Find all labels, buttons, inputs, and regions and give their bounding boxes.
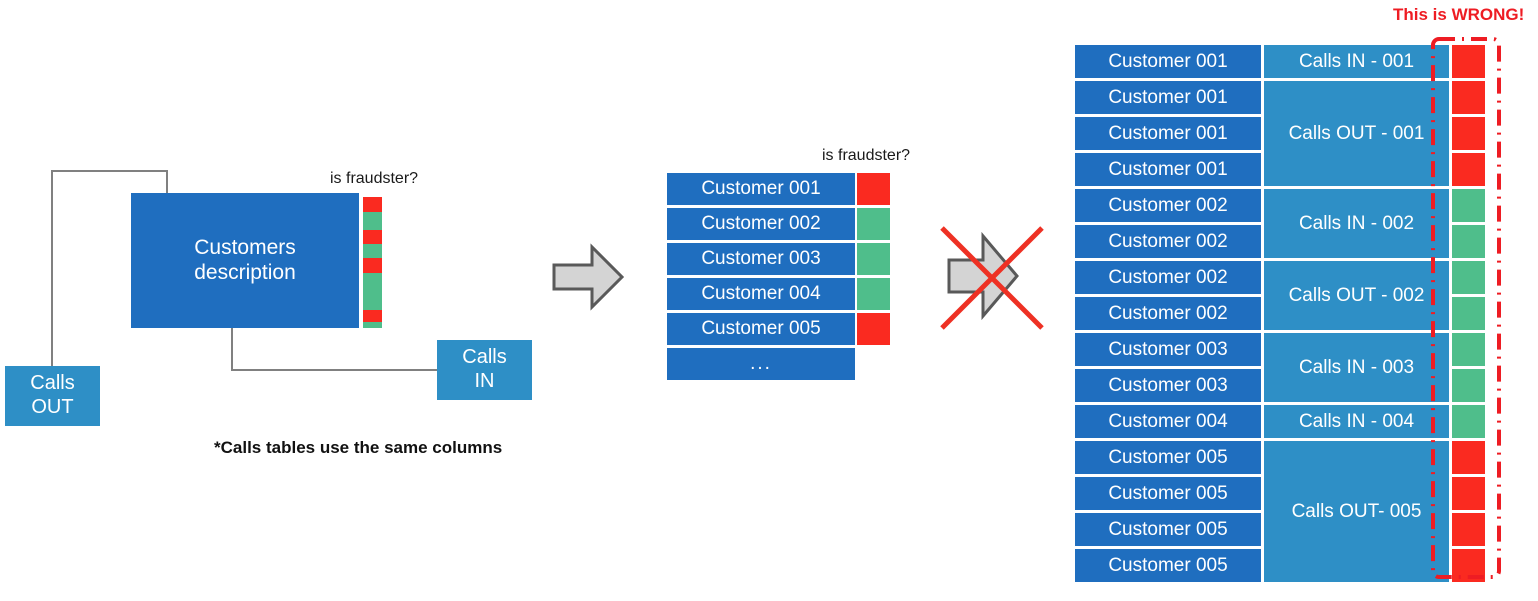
fraud-strip-segment [363,310,382,322]
fraud-flag-cell [1452,441,1485,474]
table-row[interactable]: Customer 003 [667,243,890,275]
fraud-flag-cell [1452,549,1485,582]
calls-group-cell[interactable]: Calls OUT - 001 [1264,81,1449,186]
connector-customers-bottom-vertical [231,327,233,371]
calls-group-cell[interactable]: Calls IN - 003 [1264,333,1449,402]
fraud-flag-cell [857,313,890,345]
fraud-flag-cell [1452,81,1485,114]
customer-name-cell[interactable]: Customer 001 [1075,45,1261,78]
customer-name-cell[interactable]: Customer 001 [1075,153,1261,186]
customer-name-cell[interactable]: Customer 003 [1075,333,1261,366]
entity-calls-out-label: Calls OUT [30,372,75,418]
fraud-flag-cell [1452,225,1485,258]
fraud-flag-cell [1452,45,1485,78]
fraud-strip-segment [363,258,382,273]
fraud-flag-cell [857,348,890,380]
fraud-strip-segment [363,212,382,230]
fraud-strip-segment [363,322,382,328]
connector-customers-to-callsout-horizontal [51,170,168,172]
connector-callsout-vertical [51,170,53,366]
customer-name-cell[interactable]: Customer 002 [1075,189,1261,222]
table-row[interactable]: Customer 002 [667,208,890,240]
table-row[interactable]: Customer 005 [667,313,890,345]
fraud-flag-cell [1452,513,1485,546]
calls-group-cell[interactable]: Calls OUT - 002 [1264,261,1449,330]
fraud-flag-cell [1452,189,1485,222]
customer-name-cell[interactable]: Customer 001 [1075,117,1261,150]
customer-name-cell: Customer 005 [667,313,855,345]
customer-name-cell[interactable]: Customer 005 [1075,477,1261,510]
fraud-flag-cell [1452,117,1485,150]
customer-name-cell: Customer 001 [667,173,855,205]
joined-table-customer-column: Customer 001 Customer 001 Customer 001 Cust… [1075,45,1261,585]
calls-group-cell[interactable]: Calls OUT- 005 [1264,441,1449,582]
customer-name-cell[interactable]: Customer 002 [1075,297,1261,330]
fraud-strip-segment [363,273,382,310]
joined-table-calls-column: Calls IN - 001 Calls OUT - 001 Calls IN - … [1264,45,1449,585]
customer-name-cell: Customer 002 [667,208,855,240]
table-row[interactable]: Customer 001 [667,173,890,205]
fraud-strip-left [363,197,382,328]
calls-group-cell[interactable]: Calls IN - 004 [1264,405,1449,438]
customer-name-cell: Customer 003 [667,243,855,275]
fraud-strip-segment [363,244,382,258]
footnote-text: *Calls tables use the same columns [214,438,503,457]
diagram-canvas: Customers description Calls OUT Calls IN… [0,0,1538,601]
customer-name-cell: Customer 004 [667,278,855,310]
customer-name-cell[interactable]: Customer 005 [1075,513,1261,546]
fraud-flag-cell [857,243,890,275]
right-arrow-icon [552,243,624,311]
customer-name-cell[interactable]: Customer 005 [1075,549,1261,582]
joined-calls-table: Customer 001 Customer 001 Customer 001 Cust… [1075,45,1485,585]
entity-customers-description[interactable]: Customers description [131,193,359,328]
joined-table-fraud-column [1452,45,1485,585]
fraud-strip-segment [363,197,382,212]
fraud-flag-cell [857,208,890,240]
table-row[interactable]: Customer 004 [667,278,890,310]
connector-customers-top-vertical [166,170,168,194]
fraud-strip-segment [363,230,382,244]
table-row[interactable]: ... [667,348,890,380]
entity-calls-in-label: Calls IN [462,346,507,392]
connector-customers-to-callsin-horizontal [231,369,438,371]
fraud-label-middle: is fraudster? [822,147,911,164]
customer-name-cell[interactable]: Customer 003 [1075,369,1261,402]
fraud-flag-cell [857,278,890,310]
fraud-flag-cell [857,173,890,205]
fraud-flag-cell [1452,153,1485,186]
customer-name-cell[interactable]: Customer 005 [1075,441,1261,474]
customer-name-cell[interactable]: Customer 004 [1075,405,1261,438]
fraud-flag-cell [1452,369,1485,402]
fraud-flag-cell [1452,477,1485,510]
fraud-label-left: is fraudster? [330,170,419,187]
customer-name-cell: ... [667,348,855,380]
customer-name-cell[interactable]: Customer 002 [1075,225,1261,258]
entity-calls-out[interactable]: Calls OUT [5,366,100,426]
customers-table: Customer 001 Customer 002 Customer 003 Cust… [667,173,890,383]
cross-out-x-icon [938,224,1046,332]
entity-customers-label: Customers description [194,235,296,284]
wrong-warning-label: This is WRONG! [1393,5,1525,24]
calls-group-cell[interactable]: Calls IN - 001 [1264,45,1449,78]
fraud-flag-cell [1452,405,1485,438]
customer-name-cell[interactable]: Customer 001 [1075,81,1261,114]
fraud-flag-cell [1452,297,1485,330]
customer-name-cell[interactable]: Customer 002 [1075,261,1261,294]
entity-calls-in[interactable]: Calls IN [437,340,532,400]
fraud-flag-cell [1452,333,1485,366]
calls-group-cell[interactable]: Calls IN - 002 [1264,189,1449,258]
fraud-flag-cell [1452,261,1485,294]
